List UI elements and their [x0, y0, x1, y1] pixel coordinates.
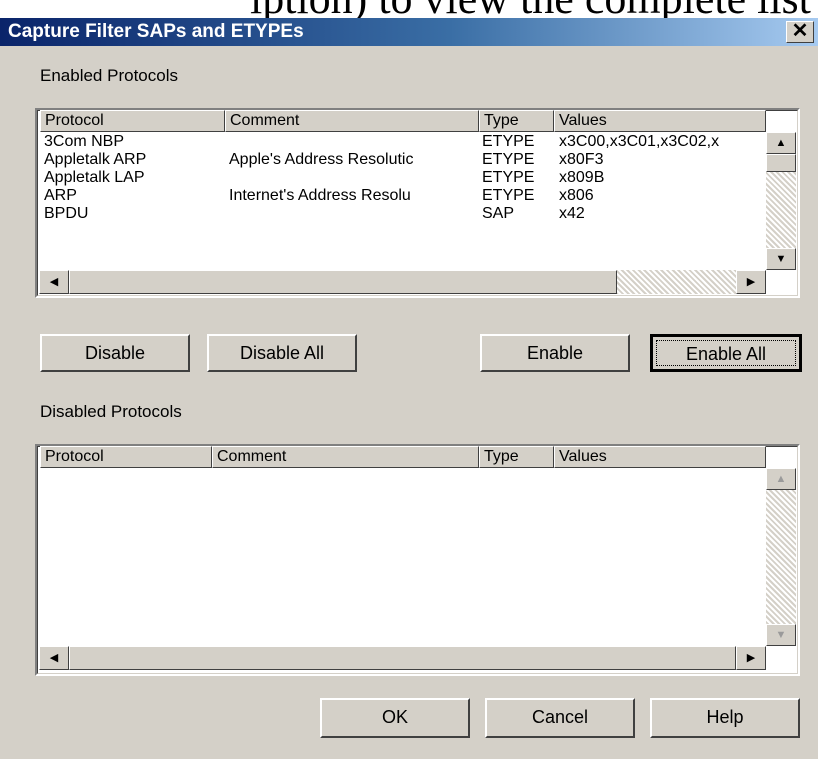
row-type: SAP [482, 205, 515, 222]
column-header-protocol[interactable]: Protocol [40, 110, 225, 132]
row-values: x806 [559, 187, 594, 204]
scroll-left-button[interactable]: ◀ [39, 646, 69, 670]
scroll-thumb[interactable] [69, 270, 617, 294]
scroll-thumb[interactable] [766, 154, 796, 172]
row-comment: Internet's Address Resolu [229, 187, 411, 204]
enable-button[interactable]: Enable [480, 334, 630, 372]
scroll-down-button[interactable]: ▼ [766, 624, 796, 646]
right-arrow-icon: ▶ [746, 276, 756, 288]
row-comment [229, 133, 477, 151]
enable-all-button[interactable]: Enable All [650, 334, 802, 372]
row-protocol: ARP [44, 187, 77, 204]
cancel-button[interactable]: Cancel [485, 698, 635, 738]
scroll-left-button[interactable]: ◀ [39, 270, 69, 294]
row-protocol: Appletalk LAP [44, 169, 145, 186]
column-header-comment[interactable]: Comment [225, 110, 479, 132]
row-type: ETYPE [482, 133, 535, 150]
dialog-window: Capture Filter SAPs and ETYPEs ✕ Enabled… [0, 18, 818, 759]
row-comment [229, 205, 477, 223]
horizontal-scrollbar[interactable]: ◀ ▶ [39, 646, 766, 670]
column-header-values[interactable]: Values [554, 446, 766, 468]
column-header-type[interactable]: Type [479, 446, 554, 468]
title-bar[interactable]: Capture Filter SAPs and ETYPEs ✕ [0, 18, 818, 46]
scroll-up-button[interactable]: ▲ [766, 132, 796, 154]
row-values: x809B [559, 169, 605, 186]
row-values: x42 [559, 205, 585, 222]
row-values: x3C00,x3C01,x3C02,x [559, 133, 720, 150]
left-arrow-icon: ◀ [49, 276, 59, 288]
horizontal-scrollbar[interactable]: ◀ ▶ [39, 270, 766, 294]
row-protocol: Appletalk ARP [44, 151, 147, 168]
down-arrow-icon: ▼ [775, 253, 787, 265]
disabled-protocols-list[interactable]: Protocol Comment Type Values ▲ ▼ ◀ ▶ [35, 444, 800, 676]
scroll-thumb[interactable] [69, 646, 736, 670]
close-button[interactable]: ✕ [786, 21, 814, 43]
column-header-comment[interactable]: Comment [212, 446, 479, 468]
column-header-values[interactable]: Values [554, 110, 766, 132]
disable-button[interactable]: Disable [40, 334, 190, 372]
row-type: ETYPE [482, 187, 535, 204]
caption-text: iption) to view the complete list of [250, 0, 818, 18]
up-arrow-icon: ▲ [775, 137, 787, 149]
row-comment [229, 169, 477, 187]
row-comment: Apple's Address Resolutic [229, 151, 414, 168]
help-button[interactable]: Help [650, 698, 800, 738]
disabled-protocols-label: Disabled Protocols [40, 402, 182, 421]
scroll-up-button[interactable]: ▲ [766, 468, 796, 490]
right-arrow-icon: ▶ [746, 652, 756, 664]
document-caption-strip: iption) to view the complete list of [0, 0, 818, 18]
enable-all-label: Enable All [685, 344, 767, 364]
vertical-scrollbar[interactable]: ▲ ▼ [766, 132, 796, 270]
ok-button[interactable]: OK [320, 698, 470, 738]
row-type: ETYPE [482, 151, 535, 168]
row-protocol: 3Com NBP [44, 133, 125, 150]
enabled-protocols-label: Enabled Protocols [40, 66, 178, 85]
window-title: Capture Filter SAPs and ETYPEs [8, 21, 304, 42]
enabled-protocols-list[interactable]: Protocol Comment Type Values 3Com NBP ET… [35, 108, 800, 298]
scroll-right-button[interactable]: ▶ [736, 646, 766, 670]
row-values: x80F3 [559, 151, 604, 168]
down-arrow-icon: ▼ [775, 629, 787, 641]
scroll-down-button[interactable]: ▼ [766, 248, 796, 270]
column-header-type[interactable]: Type [479, 110, 554, 132]
scroll-right-button[interactable]: ▶ [736, 270, 766, 294]
close-icon: ✕ [791, 20, 809, 42]
row-type: ETYPE [482, 169, 535, 186]
disable-all-button[interactable]: Disable All [207, 334, 357, 372]
left-arrow-icon: ◀ [49, 652, 59, 664]
column-header-protocol[interactable]: Protocol [40, 446, 212, 468]
row-protocol: BPDU [44, 205, 89, 222]
vertical-scrollbar[interactable]: ▲ ▼ [766, 468, 796, 646]
up-arrow-icon: ▲ [775, 473, 787, 485]
